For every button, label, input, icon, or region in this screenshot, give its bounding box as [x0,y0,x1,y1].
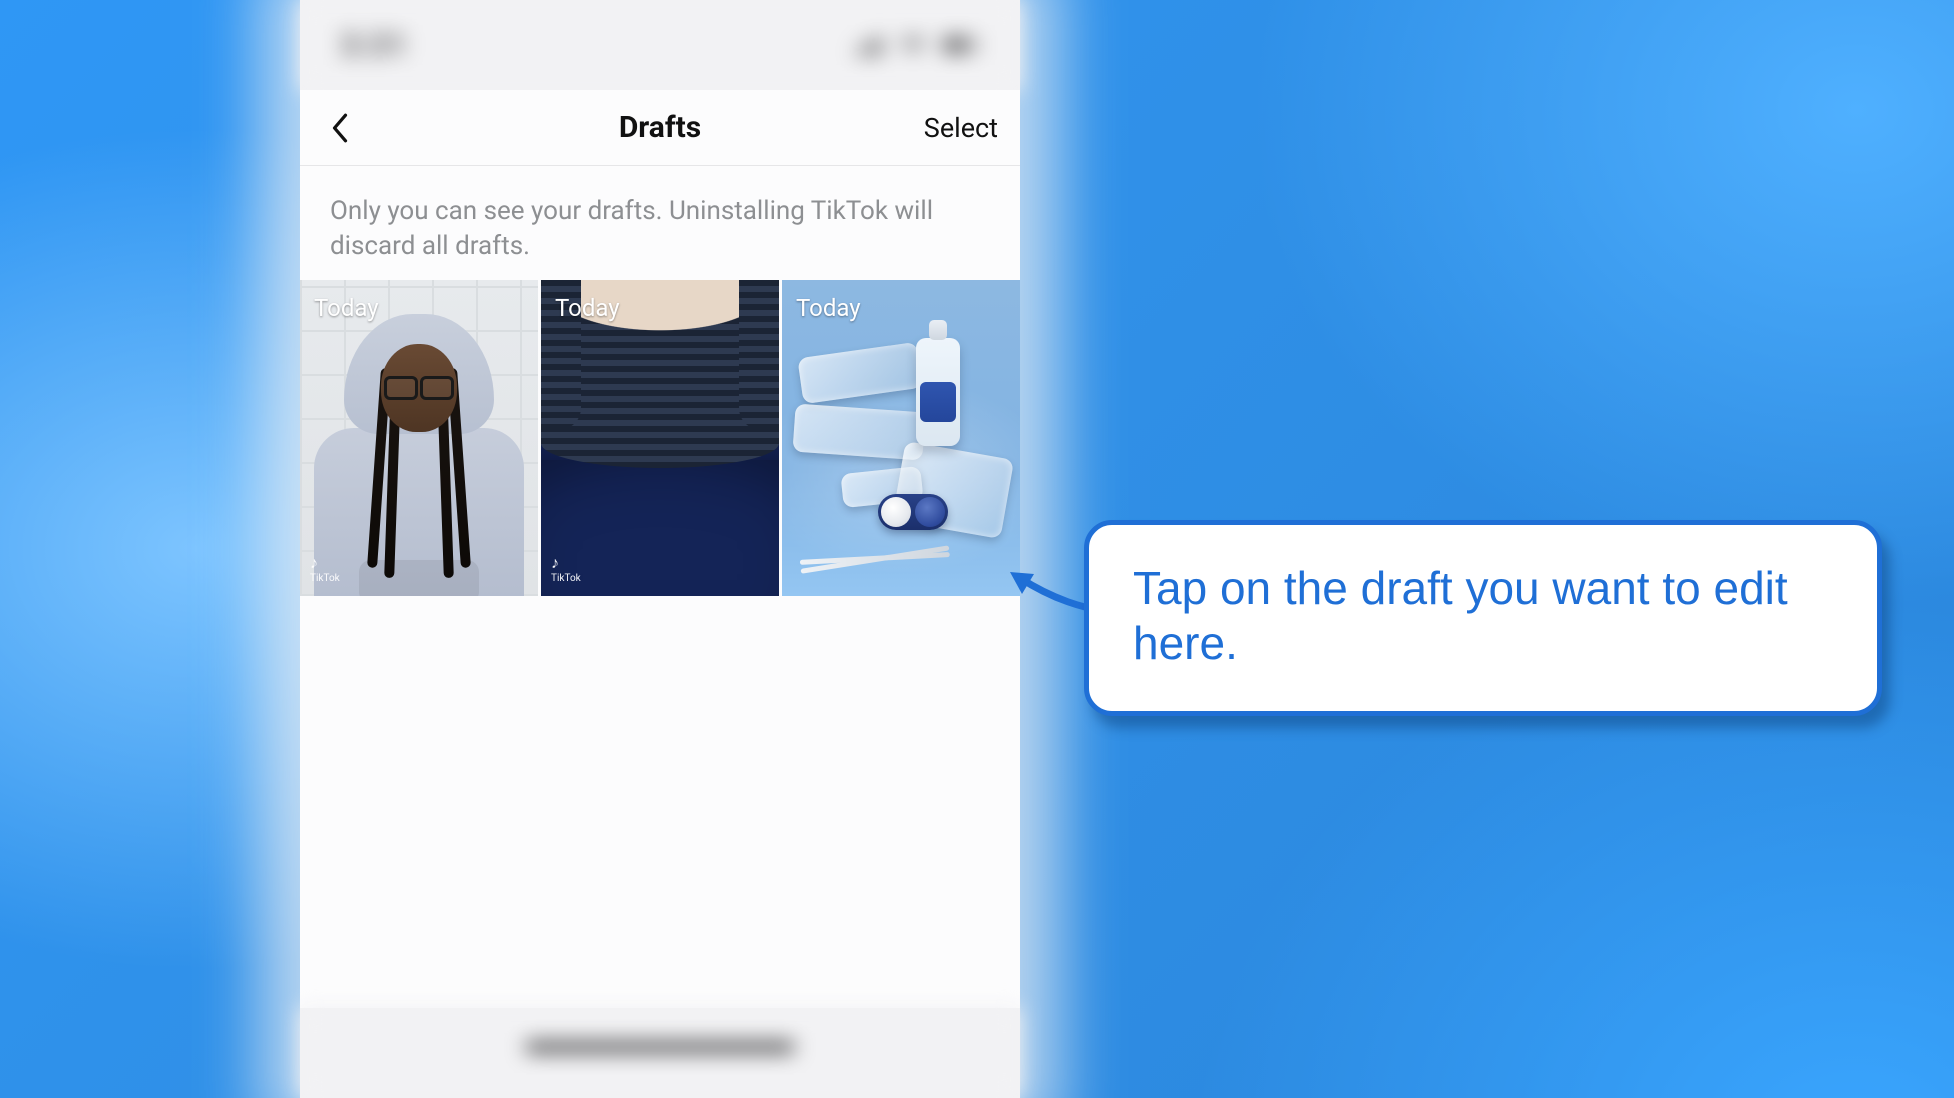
draft-thumbnail[interactable]: Today ♪ TikTok [541,280,779,596]
home-indicator-area [300,1008,1020,1098]
watermark-app-name: TikTok [310,573,340,584]
callout-text: Tap on the draft you want to edit here. [1133,562,1788,669]
tiktok-watermark: ♪ TikTok [551,554,581,585]
status-time: 3:31 [340,26,408,64]
instruction-callout: Tap on the draft you want to edit here. [1084,520,1882,716]
thumbnail-art [300,280,538,596]
draft-day-label: Today [796,294,861,322]
draft-day-label: Today [314,294,379,322]
tiktok-logo-icon: ♪ [310,554,340,572]
draft-thumbnail[interactable]: Today [782,280,1020,596]
signal-icon [856,35,884,55]
nav-bar: Drafts Select [300,90,1020,166]
back-button[interactable] [318,106,362,150]
tiktok-watermark: ♪ TikTok [310,554,340,585]
select-button[interactable]: Select [924,112,998,144]
chevron-left-icon [329,110,351,146]
draft-thumbnail[interactable]: Today ♪ TikTok [300,280,538,596]
battery-icon [942,35,980,55]
phone-frame: 3:31 Drafts Select Only you can see your… [300,0,1020,1098]
status-bar: 3:31 [300,0,1020,90]
page-title: Drafts [619,110,701,145]
wifi-icon [900,35,926,55]
watermark-app-name: TikTok [551,573,581,584]
thumbnail-art [782,280,1020,596]
tutorial-slide: 3:31 Drafts Select Only you can see your… [0,0,1954,1098]
drafts-info-text: Only you can see your drafts. Uninstalli… [300,166,1020,280]
drafts-screen: Drafts Select Only you can see your draf… [300,90,1020,1008]
status-indicators [856,35,980,55]
tiktok-logo-icon: ♪ [551,554,581,572]
draft-day-label: Today [555,294,620,322]
home-indicator [525,1042,795,1052]
drafts-grid: Today ♪ TikTok Today [300,280,1020,596]
